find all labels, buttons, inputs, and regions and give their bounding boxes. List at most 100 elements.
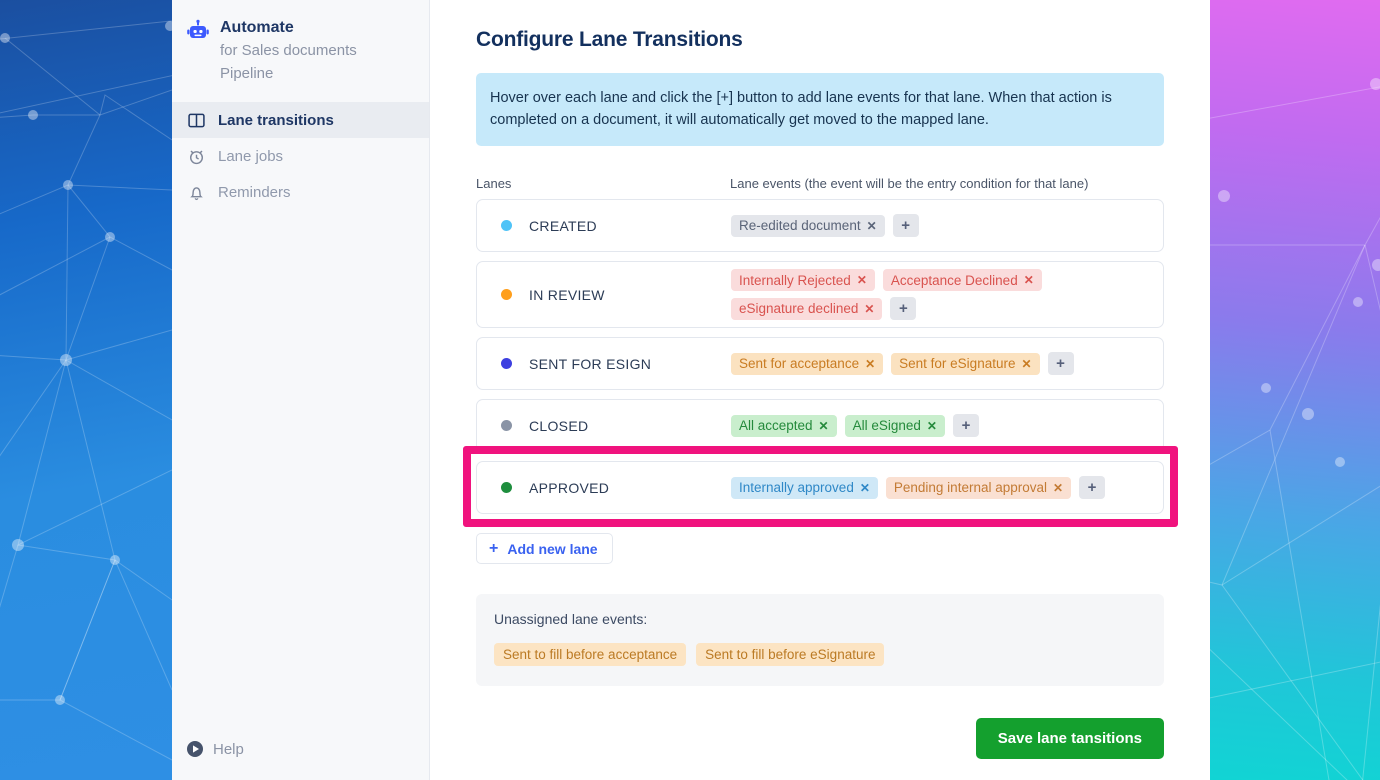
remove-event-icon[interactable]: ✕ bbox=[857, 273, 867, 287]
main-content: Configure Lane Transitions Hover over ea… bbox=[430, 0, 1210, 780]
lane-event-tag[interactable]: eSignature declined ✕ bbox=[731, 297, 883, 320]
lane-events-cell: Sent for acceptance ✕ Sent for eSignature ✕… bbox=[731, 352, 1153, 375]
brand-subtitle-line-2: Pipeline bbox=[220, 65, 274, 82]
lane-row[interactable]: CLOSED All accepted ✕ All eSigned ✕ + bbox=[476, 399, 1164, 452]
add-lane-event-button[interactable]: + bbox=[1047, 352, 1074, 375]
lane-event-tag[interactable]: Internally approved ✕ bbox=[731, 476, 878, 499]
info-banner: Hover over each lane and click the [+] b… bbox=[476, 73, 1164, 146]
add-lane-event-button[interactable]: + bbox=[890, 297, 917, 320]
lane-event-tag[interactable]: All eSigned ✕ bbox=[844, 414, 945, 437]
lane-event-label: Re-edited document bbox=[739, 218, 861, 233]
remove-event-icon[interactable]: ✕ bbox=[819, 419, 829, 433]
play-circle-icon bbox=[186, 740, 204, 758]
right-decorative-background bbox=[1210, 0, 1380, 780]
unassigned-events-tags: Sent to fill before acceptance Sent to fi… bbox=[494, 643, 1146, 666]
sidebar-item-lane-transitions[interactable]: Lane transitions bbox=[172, 102, 429, 138]
column-headers: Lanes Lane events (the event will be the… bbox=[476, 176, 1164, 191]
add-lane-event-button[interactable]: + bbox=[1079, 476, 1106, 499]
remove-event-icon[interactable]: ✕ bbox=[927, 419, 937, 433]
lane-label: CREATED bbox=[529, 217, 597, 234]
sidebar-item-label: Lane transitions bbox=[218, 111, 334, 129]
lane-event-label: Acceptance Declined bbox=[890, 272, 1018, 288]
lane-label: IN REVIEW bbox=[529, 286, 605, 303]
remove-event-icon[interactable]: ✕ bbox=[1053, 481, 1063, 495]
lane-color-dot bbox=[501, 289, 512, 300]
network-pattern-right bbox=[1210, 78, 1380, 780]
lane-event-label: Sent for eSignature bbox=[899, 356, 1016, 371]
lane-event-label: Sent for acceptance bbox=[739, 356, 860, 371]
lane-label: SENT FOR ESIGN bbox=[529, 355, 652, 372]
bell-icon bbox=[186, 182, 206, 202]
sidebar-item-reminders[interactable]: Reminders bbox=[172, 174, 429, 210]
alarm-clock-icon bbox=[186, 146, 206, 166]
lane-name-cell: CREATED bbox=[477, 218, 731, 234]
network-pattern-left bbox=[0, 20, 172, 761]
add-lane-event-button[interactable]: + bbox=[892, 214, 919, 237]
lane-event-tag[interactable]: Pending internal approval ✕ bbox=[885, 476, 1072, 499]
remove-event-icon[interactable]: ✕ bbox=[860, 481, 870, 495]
page-title: Configure Lane Transitions bbox=[476, 28, 743, 51]
app-window: Automate for Sales documents Pipeline La… bbox=[0, 0, 1380, 780]
help-button[interactable]: Help bbox=[186, 740, 244, 758]
columns-icon bbox=[186, 110, 206, 130]
sidebar-item-lane-jobs[interactable]: Lane jobs bbox=[172, 138, 429, 174]
lane-event-tag[interactable]: All accepted ✕ bbox=[731, 414, 837, 437]
remove-event-icon[interactable]: ✕ bbox=[1024, 273, 1034, 287]
unassigned-events-panel: Unassigned lane events: Sent to fill bef… bbox=[476, 594, 1164, 686]
sidebar-nav: Lane transitions Lane jobs Reminders bbox=[172, 102, 429, 210]
unassigned-events-title: Unassigned lane events: bbox=[494, 611, 648, 627]
lane-event-label: Pending internal approval bbox=[893, 480, 1047, 495]
robot-icon bbox=[186, 19, 210, 43]
lane-row[interactable]: SENT FOR ESIGN Sent for acceptance ✕ Sent f… bbox=[476, 337, 1164, 390]
lanes-list: CREATED Re-edited document ✕ + IN REVIEW Inte… bbox=[476, 199, 1164, 514]
lane-color-dot bbox=[501, 482, 512, 493]
brand-subtitle-line-1: for Sales documents bbox=[220, 42, 357, 59]
column-header-lanes: Lanes bbox=[476, 176, 512, 191]
lane-row[interactable]: APPROVED Internally approved ✕ Pending inte… bbox=[476, 461, 1164, 514]
unassigned-event-tag[interactable]: Sent to fill before acceptance bbox=[494, 643, 687, 666]
remove-event-icon[interactable]: ✕ bbox=[865, 357, 875, 371]
lane-event-label: Internally Rejected bbox=[739, 272, 851, 288]
left-decorative-background bbox=[0, 0, 172, 780]
remove-event-icon[interactable]: ✕ bbox=[867, 219, 877, 233]
lane-name-cell: CLOSED bbox=[477, 418, 731, 434]
brand-block: Automate for Sales documents Pipeline bbox=[172, 0, 429, 84]
brand-title: Automate bbox=[220, 19, 294, 36]
lane-event-tag[interactable]: Sent for acceptance ✕ bbox=[731, 352, 884, 375]
lane-row[interactable]: IN REVIEW Internally Rejected ✕ Acceptance … bbox=[476, 261, 1164, 328]
lane-event-tag[interactable]: Acceptance Declined ✕ bbox=[882, 269, 1042, 291]
unassigned-event-tag[interactable]: Sent to fill before eSignature bbox=[696, 643, 885, 666]
lane-row[interactable]: CREATED Re-edited document ✕ + bbox=[476, 199, 1164, 252]
sidebar-item-label: Lane jobs bbox=[218, 147, 284, 165]
lane-name-cell: IN REVIEW bbox=[477, 287, 731, 303]
lane-event-tag[interactable]: Sent for eSignature ✕ bbox=[891, 352, 1040, 375]
remove-event-icon[interactable]: ✕ bbox=[1021, 357, 1031, 371]
sidebar-item-label: Reminders bbox=[218, 183, 291, 201]
column-header-events: Lane events (the event will be the entry… bbox=[730, 176, 1089, 191]
lane-events-cell: Internally approved ✕ Pending internal app… bbox=[731, 476, 1153, 499]
add-new-lane-label: Add new lane bbox=[507, 540, 598, 557]
lane-label: APPROVED bbox=[529, 479, 610, 496]
lane-events-cell: Re-edited document ✕ + bbox=[731, 214, 1153, 237]
lane-color-dot bbox=[501, 420, 512, 431]
lane-event-label: All eSigned bbox=[852, 418, 921, 433]
help-label: Help bbox=[213, 740, 244, 758]
save-lane-transitions-button[interactable]: Save lane tansitions bbox=[975, 718, 1164, 759]
lane-name-cell: APPROVED bbox=[477, 480, 731, 496]
lane-event-label: eSignature declined bbox=[739, 301, 859, 316]
lane-events-cell: All accepted ✕ All eSigned ✕ + bbox=[731, 414, 1153, 437]
lane-event-tag[interactable]: Internally Rejected ✕ bbox=[731, 269, 875, 291]
lane-label: CLOSED bbox=[529, 417, 589, 434]
remove-event-icon[interactable]: ✕ bbox=[864, 302, 874, 316]
lane-name-cell: SENT FOR ESIGN bbox=[477, 356, 731, 372]
lane-events-cell: Internally Rejected ✕ Acceptance Declined ✕… bbox=[731, 269, 1153, 320]
lane-color-dot bbox=[501, 220, 512, 231]
lane-event-label: All accepted bbox=[739, 418, 813, 433]
lane-event-tag[interactable]: Re-edited document ✕ bbox=[731, 214, 885, 237]
lane-event-label: Internally approved bbox=[739, 480, 854, 495]
add-lane-event-button[interactable]: + bbox=[952, 414, 979, 437]
add-new-lane-button[interactable]: + Add new lane bbox=[476, 533, 613, 564]
sidebar: Automate for Sales documents Pipeline La… bbox=[172, 0, 430, 780]
lane-color-dot bbox=[501, 358, 512, 369]
plus-icon: + bbox=[489, 539, 499, 557]
